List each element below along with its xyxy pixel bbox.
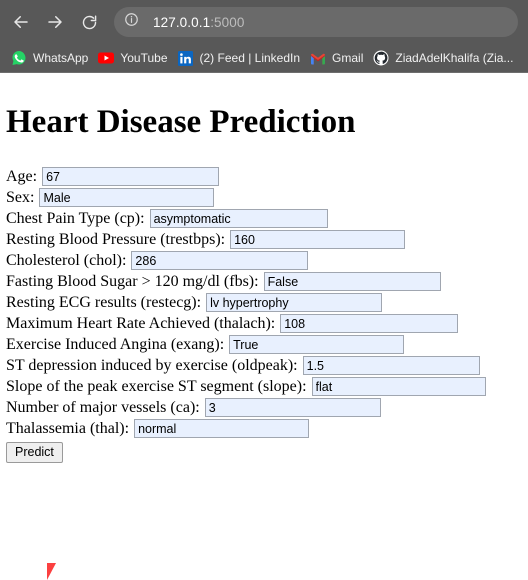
- field-row-cp: Chest Pain Type (cp):: [6, 208, 522, 229]
- field-row-chol: Cholesterol (chol):: [6, 250, 522, 271]
- bookmarks-bar: WhatsApp YouTube (2) Feed | LinkedIn Gma…: [0, 44, 528, 73]
- field-row-ca: Number of major vessels (ca):: [6, 397, 522, 418]
- browser-chrome: 127.0.0.1:5000 WhatsApp YouTube (2) Feed…: [0, 0, 528, 73]
- site-info-button[interactable]: [118, 9, 144, 35]
- field-label-ca: Number of major vessels (ca):: [6, 399, 200, 416]
- info-circle-icon: [124, 12, 139, 32]
- bookmark-linkedin[interactable]: (2) Feed | LinkedIn: [173, 47, 306, 69]
- field-label-slope: Slope of the peak exercise ST segment (s…: [6, 378, 307, 395]
- field-row-age: Age:: [6, 166, 522, 187]
- form-field-list: Age: Sex: Chest Pain Type (cp): Resting Blo…: [6, 166, 522, 439]
- url-host: 127.0.0.1: [153, 14, 211, 30]
- field-row-slope: Slope of the peak exercise ST segment (s…: [6, 376, 522, 397]
- field-input-oldpeak[interactable]: [302, 356, 480, 375]
- field-input-cp[interactable]: [149, 209, 328, 228]
- address-bar[interactable]: 127.0.0.1:5000: [114, 7, 518, 37]
- field-input-fbs[interactable]: [263, 272, 441, 291]
- bookmark-github[interactable]: ZiadAdelKhalifa (Zia...: [368, 47, 518, 69]
- field-label-exang: Exercise Induced Angina (exang):: [6, 336, 225, 353]
- bookmark-label: (2) Feed | LinkedIn: [199, 51, 301, 65]
- predict-button[interactable]: Predict: [6, 442, 63, 463]
- forward-button[interactable]: [40, 7, 70, 37]
- field-label-age: Age:: [6, 168, 38, 185]
- reload-button[interactable]: [74, 7, 104, 37]
- heart-disease-form: Age: Sex: Chest Pain Type (cp): Resting Blo…: [6, 166, 522, 464]
- bookmark-label: Gmail: [332, 51, 364, 65]
- field-label-chol: Cholesterol (chol):: [6, 252, 127, 269]
- arrow-right-icon: [46, 13, 64, 31]
- url-port: :5000: [210, 14, 245, 30]
- field-row-trestbps: Resting Blood Pressure (trestbps):: [6, 229, 522, 250]
- bookmark-label: WhatsApp: [33, 51, 89, 65]
- field-input-sex[interactable]: [39, 188, 215, 207]
- field-input-thalach[interactable]: [280, 314, 459, 333]
- bookmark-label: ZiadAdelKhalifa (Zia...: [395, 51, 514, 65]
- field-row-sex: Sex:: [6, 187, 522, 208]
- field-label-cp: Chest Pain Type (cp):: [6, 210, 145, 227]
- field-label-trestbps: Resting Blood Pressure (trestbps):: [6, 231, 226, 248]
- bookmark-gmail[interactable]: Gmail: [305, 47, 368, 69]
- field-label-thal: Thalassemia (thal):: [6, 420, 130, 437]
- field-row-thalach: Maximum Heart Rate Achieved (thalach):: [6, 313, 522, 334]
- gmail-icon: [310, 50, 326, 66]
- field-label-thalach: Maximum Heart Rate Achieved (thalach):: [6, 315, 276, 332]
- field-input-slope[interactable]: [311, 377, 486, 396]
- field-input-age[interactable]: [42, 167, 220, 186]
- whatsapp-icon: [11, 50, 27, 66]
- field-label-restecg: Resting ECG results (restecg):: [6, 294, 202, 311]
- bookmark-label: YouTube: [120, 51, 168, 65]
- field-row-exang: Exercise Induced Angina (exang):: [6, 334, 522, 355]
- reload-icon: [81, 14, 98, 31]
- bookmark-youtube[interactable]: YouTube: [93, 47, 172, 69]
- github-icon: [373, 50, 389, 66]
- browser-toolbar: 127.0.0.1:5000: [0, 0, 528, 44]
- field-label-oldpeak: ST depression induced by exercise (oldpe…: [6, 357, 298, 374]
- field-input-thal[interactable]: [134, 419, 310, 438]
- back-button[interactable]: [6, 7, 36, 37]
- field-input-ca[interactable]: [204, 398, 381, 417]
- field-input-exang[interactable]: [229, 335, 405, 354]
- linkedin-icon: [178, 50, 194, 66]
- field-input-trestbps[interactable]: [230, 230, 406, 249]
- field-label-fbs: Fasting Blood Sugar > 120 mg/dl (fbs):: [6, 273, 259, 290]
- field-row-oldpeak: ST depression induced by exercise (oldpe…: [6, 355, 522, 376]
- arrow-left-icon: [12, 13, 30, 31]
- youtube-icon: [98, 50, 115, 66]
- url-text: 127.0.0.1:5000: [153, 15, 245, 30]
- field-label-sex: Sex:: [6, 189, 35, 206]
- field-row-thal: Thalassemia (thal):: [6, 418, 522, 439]
- field-input-restecg[interactable]: [206, 293, 383, 312]
- field-row-fbs: Fasting Blood Sugar > 120 mg/dl (fbs):: [6, 271, 522, 292]
- page-title: Heart Disease Prediction: [6, 104, 356, 140]
- form-actions: Predict: [6, 441, 522, 464]
- field-row-restecg: Resting ECG results (restecg):: [6, 292, 522, 313]
- bookmark-whatsapp[interactable]: WhatsApp: [6, 47, 93, 69]
- page-content: Heart Disease Prediction Age: Sex: Chest P…: [0, 73, 528, 580]
- field-input-chol[interactable]: [131, 251, 309, 270]
